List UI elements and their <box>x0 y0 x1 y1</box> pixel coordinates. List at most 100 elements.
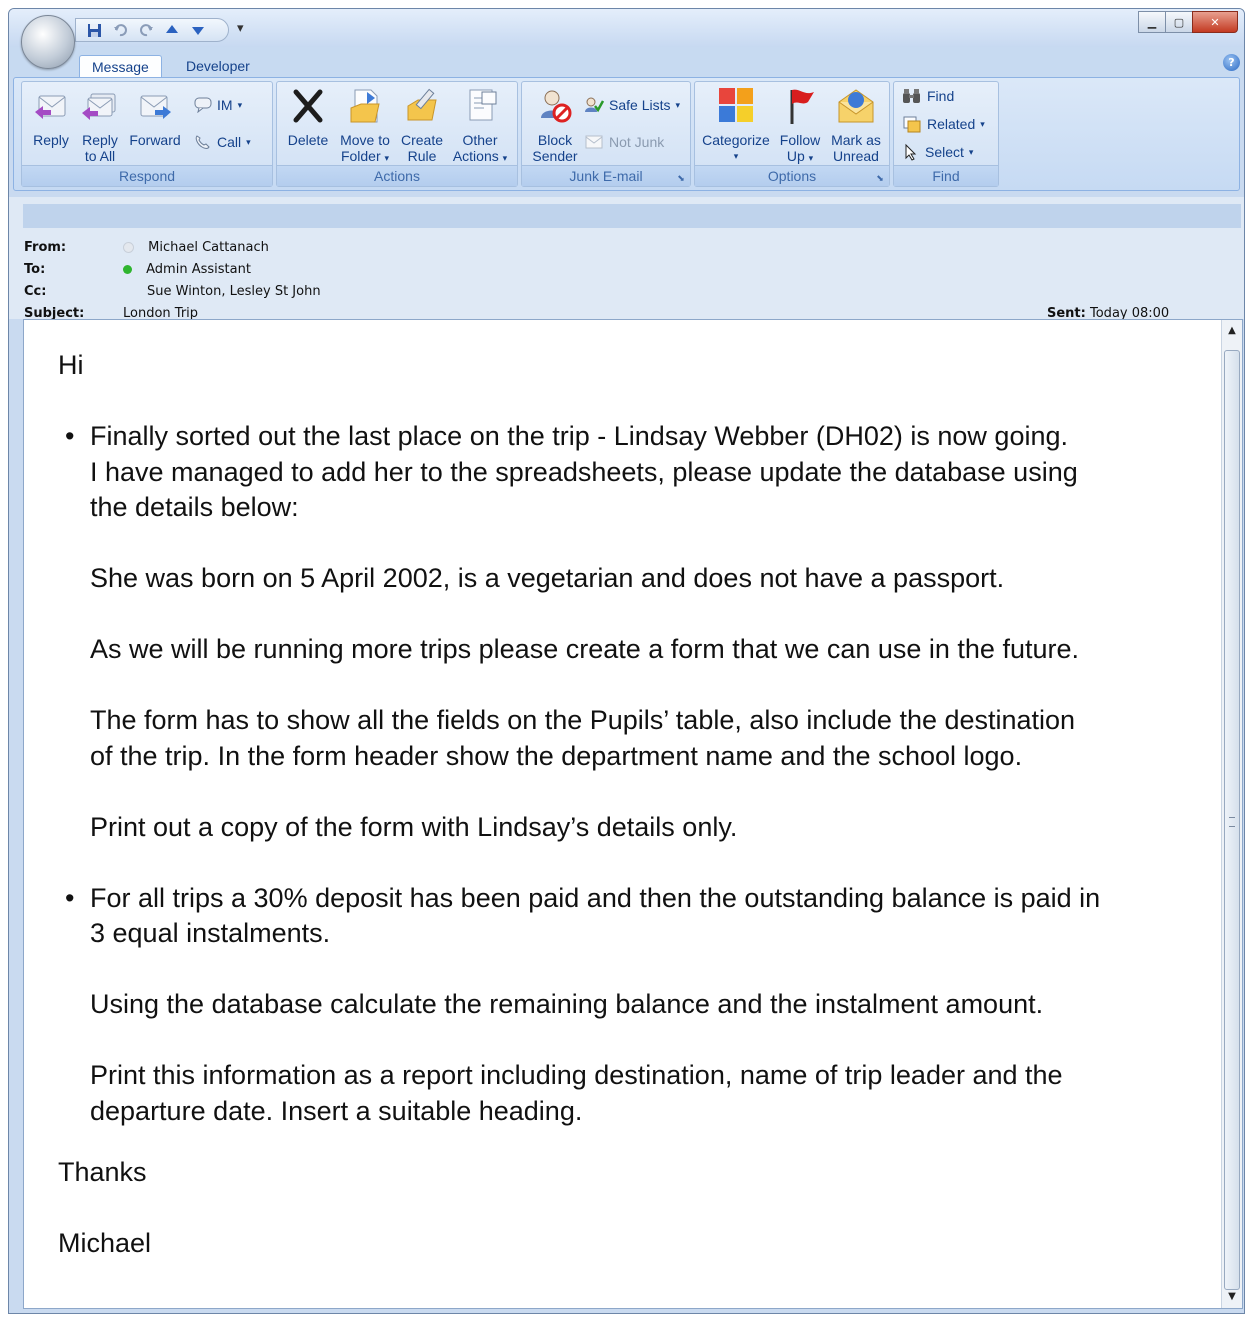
vertical-scrollbar[interactable]: ▲ ▼ <box>1221 320 1242 1308</box>
block-sender-button[interactable]: Block Sender <box>526 84 584 164</box>
follow-up-label-2: Up <box>786 148 805 164</box>
previous-item-icon[interactable] <box>164 22 180 38</box>
delete-button[interactable]: Delete <box>283 84 333 148</box>
cursor-icon <box>905 143 917 161</box>
ribbon-tabs: Message Developer <box>9 47 1244 78</box>
bullet1-line2: I have managed to add her to the spreads… <box>90 456 1078 487</box>
categorize-icon <box>717 84 755 128</box>
message-body[interactable]: Hi • Finally sorted out the last place o… <box>23 319 1243 1309</box>
from-label: From: <box>24 240 67 255</box>
other-actions-dropdown-icon: ▾ <box>502 153 508 163</box>
options-dialog-launcher-icon[interactable]: ⬊ <box>875 173 885 183</box>
follow-up-label-1: Follow <box>779 132 821 148</box>
close-icon[interactable]: ✕ <box>1192 11 1238 33</box>
other-actions-icon <box>461 84 499 128</box>
reply-all-icon <box>81 84 119 128</box>
follow-up-button[interactable]: Follow Up ▾ <box>775 84 825 166</box>
block-sender-icon <box>536 84 574 128</box>
follow-up-dropdown-icon: ▾ <box>808 153 814 163</box>
actions-group: Delete Move to Folder ▾ Create Rule Othe… <box>276 81 518 187</box>
reply-icon <box>32 84 70 128</box>
from-row: Michael Cattanach <box>123 240 269 255</box>
bullet2-line2: 3 equal instalments. <box>90 918 331 948</box>
junk-email-group-footer: Junk E-mail ⬊ <box>522 165 690 186</box>
mark-as-unread-icon <box>837 84 875 128</box>
forward-button[interactable]: Forward <box>126 84 184 148</box>
tab-developer[interactable]: Developer <box>174 55 262 77</box>
bullet1-line3: the details below: <box>90 492 299 522</box>
scroll-thumb[interactable] <box>1224 350 1240 1290</box>
im-button[interactable]: IM ▾ <box>194 94 242 116</box>
safe-lists-label: Safe Lists <box>609 97 671 113</box>
reply-button[interactable]: Reply <box>28 84 74 148</box>
paragraph: As we will be running more trips please … <box>90 634 1079 664</box>
categorize-label: Categorize <box>702 132 770 148</box>
mark-as-label-2: Unread <box>833 148 879 164</box>
title-bar: ▾ ▁ ▢ ✕ <box>9 9 1244 47</box>
safe-lists-dropdown-icon: ▾ <box>675 99 681 110</box>
find-label: Find <box>927 88 955 104</box>
delete-icon <box>289 84 327 128</box>
call-dropdown-icon: ▾ <box>246 136 251 147</box>
quick-access-toolbar <box>75 18 229 42</box>
not-junk-icon <box>585 135 603 149</box>
other-actions-button[interactable]: Other Actions ▾ <box>449 84 511 166</box>
delete-label: Delete <box>287 132 329 148</box>
options-group: Categorize ▾ Follow Up ▾ Mark as Unread … <box>694 81 890 187</box>
signature: Michael <box>58 1228 152 1258</box>
move-to-folder-icon <box>346 84 384 128</box>
paragraph: Using the database calculate the remaini… <box>90 989 1044 1019</box>
junk-email-group: Block Sender Safe Lists ▾ Not Junk Junk … <box>521 81 691 187</box>
office-button[interactable] <box>21 15 75 69</box>
help-icon[interactable]: ? <box>1223 54 1240 71</box>
move-to-folder-button[interactable]: Move to Folder ▾ <box>335 84 395 166</box>
sender-name[interactable]: Michael Cattanach <box>148 240 269 255</box>
infobar <box>23 204 1241 228</box>
message-header: From: Michael Cattanach To: Admin Assist… <box>9 197 1244 321</box>
presence-unknown-icon <box>123 242 134 253</box>
find-button[interactable]: Find <box>902 85 954 107</box>
block-sender-label-2: Sender <box>532 148 578 164</box>
presence-online-icon <box>123 265 132 274</box>
mark-as-unread-button[interactable]: Mark as Unread <box>827 84 885 164</box>
bullet1-line1: Finally sorted out the last place on the… <box>90 421 1068 451</box>
actions-group-label: Actions <box>277 165 517 186</box>
related-icon <box>903 116 921 133</box>
create-rule-button[interactable]: Create Rule <box>397 84 447 164</box>
recipient-name[interactable]: Admin Assistant <box>146 262 251 277</box>
find-group-label: Find <box>894 165 998 186</box>
next-item-icon[interactable] <box>190 22 206 38</box>
paragraph: Print out a copy of the form with Lindsa… <box>90 811 738 842</box>
not-junk-button[interactable]: Not Junk <box>584 131 664 153</box>
customize-toolbar-chevron-icon[interactable]: ▾ <box>237 21 244 36</box>
forward-icon <box>136 84 174 128</box>
to-row: Admin Assistant <box>123 262 251 277</box>
safe-lists-icon <box>585 97 604 113</box>
bullet-icon: • <box>65 882 75 913</box>
undo-icon[interactable] <box>112 22 128 38</box>
safe-lists-button[interactable]: Safe Lists ▾ <box>584 94 680 116</box>
save-icon[interactable] <box>86 22 102 38</box>
maximize-icon[interactable]: ▢ <box>1165 11 1193 33</box>
move-to-label-2: Folder <box>340 148 381 164</box>
categorize-button[interactable]: Categorize ▾ <box>699 84 773 164</box>
reply-all-label-2: to All <box>84 148 116 164</box>
related-button[interactable]: Related ▾ <box>902 113 985 135</box>
find-group: Find Related ▾ Select ▾ Find <box>893 81 999 187</box>
scroll-up-arrow-icon[interactable]: ▲ <box>1222 322 1242 340</box>
binoculars-icon <box>903 89 920 103</box>
scroll-down-arrow-icon[interactable]: ▼ <box>1222 1288 1242 1306</box>
create-rule-icon <box>403 84 441 128</box>
select-button[interactable]: Select ▾ <box>902 141 973 163</box>
minimize-icon[interactable]: ▁ <box>1138 11 1166 33</box>
bullet-item: • Finally sorted out the last place on t… <box>58 419 1208 845</box>
call-button[interactable]: Call ▾ <box>194 131 251 153</box>
move-dropdown-icon: ▾ <box>384 153 390 163</box>
junk-email-dialog-launcher-icon[interactable]: ⬊ <box>676 173 686 183</box>
redo-icon[interactable] <box>138 22 154 38</box>
reply-all-button[interactable]: Reply to All <box>78 84 122 164</box>
tab-message[interactable]: Message <box>79 55 162 78</box>
select-dropdown-icon: ▾ <box>968 146 974 157</box>
categorize-dropdown-icon: ▾ <box>733 151 739 161</box>
cc-recipients[interactable]: Sue Winton, Lesley St John <box>147 284 321 299</box>
